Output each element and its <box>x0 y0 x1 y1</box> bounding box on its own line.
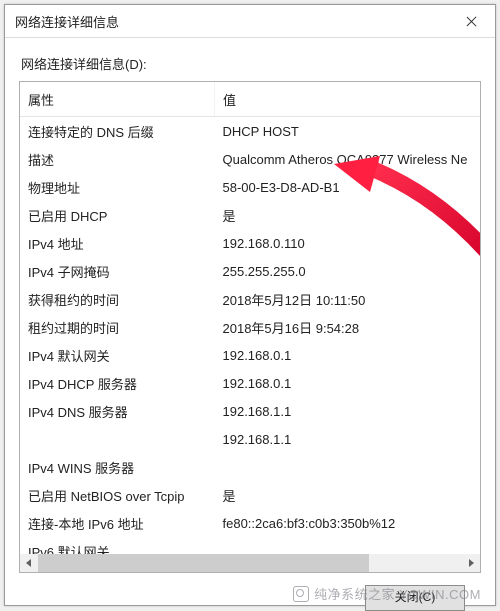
cell-property: 连接-本地 IPv6 地址 <box>20 509 215 537</box>
col-header-property[interactable]: 属性 <box>20 82 215 117</box>
table-row[interactable]: IPv4 默认网关192.168.0.1 <box>20 341 480 369</box>
cell-property: 租约过期的时间 <box>20 313 215 341</box>
cell-property: IPv4 DHCP 服务器 <box>20 369 215 397</box>
watermark-logo-icon <box>293 586 309 602</box>
table-row[interactable]: 192.168.1.1 <box>20 425 480 453</box>
cell-property: 连接特定的 DNS 后缀 <box>20 117 215 146</box>
cell-value: 58-00-E3-D8-AD-B1 <box>215 173 481 201</box>
close-button[interactable] <box>449 5 495 37</box>
close-icon <box>467 16 477 26</box>
cell-property: 描述 <box>20 145 215 173</box>
dialog-body: 网络连接详细信息(D): 属性 值 连接特定的 DNS 后缀DHCP HOST描… <box>5 38 495 611</box>
table-row[interactable]: 获得租约的时间2018年5月12日 10:11:50 <box>20 285 480 313</box>
table-row[interactable]: IPv4 地址192.168.0.110 <box>20 229 480 257</box>
table-row[interactable]: 已启用 NetBIOS over Tcpip是 <box>20 481 480 509</box>
cell-property: 物理地址 <box>20 173 215 201</box>
details-list: 属性 值 连接特定的 DNS 后缀DHCP HOST描述Qualcomm Ath… <box>19 81 481 573</box>
cell-property: 已启用 DHCP <box>20 201 215 229</box>
table-row[interactable]: 已启用 DHCP是 <box>20 201 480 229</box>
cell-value: 是 <box>215 201 481 229</box>
table-row[interactable]: IPv4 子网掩码255.255.255.0 <box>20 257 480 285</box>
cell-property: IPv4 WINS 服务器 <box>20 453 215 481</box>
cell-value <box>215 453 481 481</box>
watermark: 纯净系统之家 YCWIN.COM <box>293 584 481 603</box>
cell-value: 是 <box>215 481 481 509</box>
cell-value: fe80::2ca6:bf3:c0b3:350b%12 <box>215 509 481 537</box>
cell-value: 2018年5月12日 10:11:50 <box>215 285 481 313</box>
col-header-value[interactable]: 值 <box>215 82 481 117</box>
table-row[interactable]: 连接-本地 IPv6 地址fe80::2ca6:bf3:c0b3:350b%12 <box>20 509 480 537</box>
table-row[interactable]: 物理地址58-00-E3-D8-AD-B1 <box>20 173 480 201</box>
table-row[interactable]: IPv4 DNS 服务器192.168.1.1 <box>20 397 480 425</box>
cell-property <box>20 425 215 453</box>
cell-property: IPv4 子网掩码 <box>20 257 215 285</box>
scroll-track[interactable] <box>38 554 462 572</box>
table-row[interactable]: 连接特定的 DNS 后缀DHCP HOST <box>20 117 480 146</box>
cell-value: 192.168.0.110 <box>215 229 481 257</box>
cell-value: 2018年5月16日 9:54:28 <box>215 313 481 341</box>
cell-property: IPv4 地址 <box>20 229 215 257</box>
table-row[interactable]: 租约过期的时间2018年5月16日 9:54:28 <box>20 313 480 341</box>
table-row[interactable]: IPv4 WINS 服务器 <box>20 453 480 481</box>
cell-property: 已启用 NetBIOS over Tcpip <box>20 481 215 509</box>
cell-value: DHCP HOST <box>215 117 481 146</box>
details-table: 属性 值 连接特定的 DNS 后缀DHCP HOST描述Qualcomm Ath… <box>20 82 480 573</box>
cell-value: 255.255.255.0 <box>215 257 481 285</box>
details-label: 网络连接详细信息(D): <box>21 54 481 73</box>
watermark-text: 纯净系统之家 YCWIN.COM <box>314 587 481 602</box>
table-row[interactable]: IPv4 DHCP 服务器192.168.0.1 <box>20 369 480 397</box>
cell-value: 192.168.1.1 <box>215 425 481 453</box>
titlebar: 网络连接详细信息 <box>5 5 495 38</box>
cell-value: Qualcomm Atheros QCA9377 Wireless Ne <box>215 145 481 173</box>
cell-value: 192.168.1.1 <box>215 397 481 425</box>
scroll-left-button[interactable] <box>20 554 38 572</box>
horizontal-scrollbar[interactable] <box>20 554 480 572</box>
window-title: 网络连接详细信息 <box>15 12 119 31</box>
table-row[interactable]: 描述Qualcomm Atheros QCA9377 Wireless Ne <box>20 145 480 173</box>
scroll-right-button[interactable] <box>462 554 480 572</box>
cell-property: IPv4 默认网关 <box>20 341 215 369</box>
cell-value: 192.168.0.1 <box>215 369 481 397</box>
cell-value: 192.168.0.1 <box>215 341 481 369</box>
scroll-thumb[interactable] <box>38 554 369 572</box>
dialog-window: 网络连接详细信息 网络连接详细信息(D): 属性 值 连接特定的 DNS 后缀D… <box>4 4 496 606</box>
cell-property: IPv4 DNS 服务器 <box>20 397 215 425</box>
cell-property: 获得租约的时间 <box>20 285 215 313</box>
